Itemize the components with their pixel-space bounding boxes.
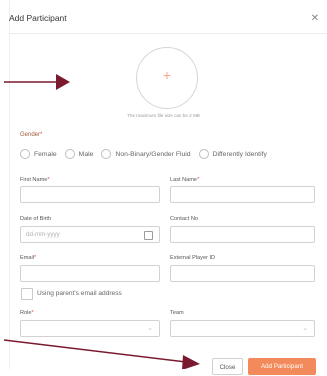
role-select[interactable]: ⌄ (20, 320, 160, 337)
radio-icon[interactable] (64, 149, 75, 159)
radio-icon[interactable] (101, 149, 112, 159)
calendar-icon[interactable] (144, 231, 153, 240)
last-name-input[interactable] (170, 186, 315, 203)
team-select[interactable]: ⌄ (170, 320, 315, 337)
radio-icon[interactable] (20, 149, 30, 159)
external-id-label: External Player ID (170, 255, 216, 261)
close-icon[interactable]: ✕ (311, 13, 319, 24)
first-name-label: First Name* (20, 177, 50, 183)
first-name-input[interactable] (20, 186, 160, 203)
chevron-down-icon: ⌄ (302, 325, 308, 332)
gender-label: Gender* (20, 132, 43, 138)
gender-option-differently-identify[interactable]: Differently Identify (198, 149, 267, 159)
parent-email-label: Using parent's email address (37, 290, 122, 297)
plus-icon: + (162, 67, 172, 83)
last-name-label: Last Name* (170, 177, 200, 183)
gender-option-male[interactable]: Male (64, 149, 93, 159)
close-button[interactable]: Close (212, 358, 243, 375)
role-label: Role* (20, 310, 34, 316)
contact-input[interactable] (170, 226, 315, 243)
gender-option-nonbinary[interactable]: Non-Binary/Gender Fluid (101, 149, 191, 159)
header-divider (9, 33, 327, 34)
upload-hint: The maximum file size can be 2 MB (127, 113, 200, 118)
chevron-down-icon: ⌄ (147, 325, 153, 332)
dob-label: Date of Birth (20, 216, 52, 222)
team-label: Team (170, 310, 184, 316)
gender-radio-group: Female Male Non-Binary/Gender Fluid Diff… (20, 149, 275, 159)
photo-upload-circle[interactable]: + (136, 47, 198, 109)
add-participant-button[interactable]: Add Participant (248, 358, 316, 375)
dob-placeholder: dd-mm-yyyy (26, 231, 60, 238)
external-id-input[interactable] (170, 265, 315, 282)
email-input[interactable] (20, 265, 160, 282)
dob-input[interactable]: dd-mm-yyyy (20, 226, 160, 243)
contact-label: Contact No (170, 216, 198, 222)
parent-email-checkbox[interactable] (21, 288, 33, 300)
radio-icon[interactable] (198, 149, 209, 159)
modal-title: Add Participant (9, 13, 67, 23)
email-label: Email* (20, 255, 37, 261)
gender-option-female[interactable]: Female (20, 149, 57, 159)
